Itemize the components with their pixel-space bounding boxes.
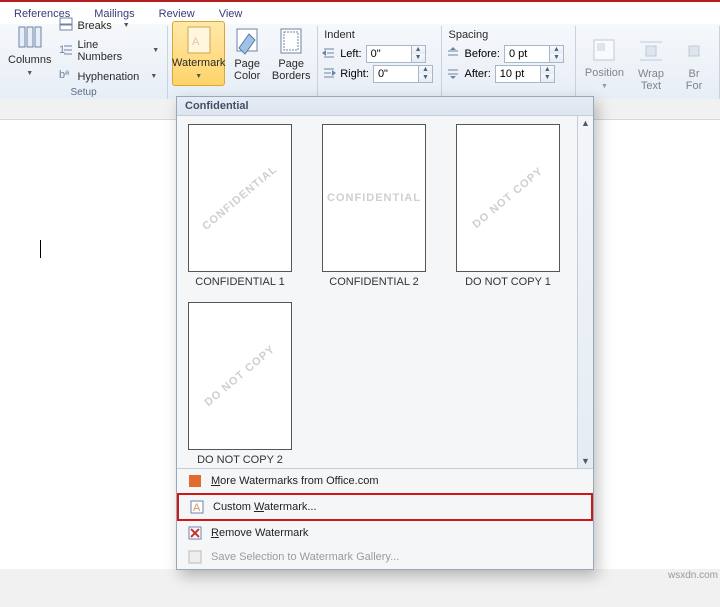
indent-left-icon: [322, 47, 336, 62]
spacing-after-label: After:: [464, 68, 490, 80]
hyphenation-button[interactable]: bª Hyphenation ▼: [57, 67, 161, 86]
remove-watermark-item[interactable]: Remove Watermark: [177, 521, 593, 545]
setup-group-label: Setup: [4, 86, 163, 98]
columns-label: Columns: [8, 54, 51, 66]
more-watermarks-item[interactable]: More Watermarks from Office.com: [177, 469, 593, 493]
save-selection-icon: [187, 549, 203, 565]
watermark-thumb-label: CONFIDENTIAL 1: [195, 276, 284, 288]
ribbon: Columns▼ Breaks ▼ 1 Line Numbers ▼ bª Hy…: [0, 24, 720, 100]
hyphenation-icon: bª: [59, 68, 73, 85]
wrap-text-button[interactable]: Wrap Text: [629, 28, 673, 98]
save-selection-label: Save Selection to Watermark Gallery...: [211, 551, 399, 563]
indent-left-input[interactable]: ▲▼: [366, 45, 426, 63]
line-numbers-label: Line Numbers: [77, 39, 141, 63]
page-borders-icon: [275, 25, 307, 57]
line-numbers-icon: 1: [59, 43, 73, 60]
spacing-before-icon: [446, 47, 460, 62]
page-color-icon: [231, 25, 263, 57]
watermark-preview-text: DO NOT COPY: [470, 165, 545, 231]
scroll-down-icon[interactable]: ▼: [581, 456, 590, 466]
custom-watermark-icon: A: [189, 499, 205, 515]
page-borders-button[interactable]: Page Borders: [269, 21, 313, 86]
watermark-gallery: Confidential CONFIDENTIALCONFIDENTIAL 1C…: [176, 96, 594, 570]
custom-watermark-item[interactable]: A Custom Watermark...: [177, 493, 593, 521]
more-watermarks-label: ore Watermarks from Office.com: [220, 475, 378, 487]
watermark-thumb[interactable]: CONFIDENTIAL CONFIDENTIAL 2: [319, 124, 429, 288]
wrap-text-label: Wrap Text: [638, 68, 664, 92]
watermark-label: Watermark: [172, 57, 225, 69]
columns-button[interactable]: Columns▼: [4, 14, 55, 86]
indent-right-icon: [322, 67, 336, 82]
save-selection-item: Save Selection to Watermark Gallery...: [177, 545, 593, 569]
breaks-button[interactable]: Breaks ▼: [57, 16, 161, 35]
spacing-before-label: Before:: [464, 48, 499, 60]
svg-text:A: A: [193, 502, 201, 514]
hyphenation-label: Hyphenation: [77, 71, 139, 83]
breaks-icon: [59, 17, 73, 34]
attribution: wsxdn.com: [668, 570, 718, 581]
indent-title: Indent: [322, 28, 437, 43]
gallery-scrollbar[interactable]: ▲ ▼: [577, 116, 593, 468]
line-numbers-button[interactable]: 1 Line Numbers ▼: [57, 38, 161, 64]
indent-left-label: Left:: [340, 48, 361, 60]
office-icon: [187, 473, 203, 489]
bring-forward-label: Br For: [686, 68, 703, 92]
spacing-after-icon: [446, 67, 460, 82]
spacing-after-input[interactable]: ▲▼: [495, 65, 555, 83]
watermark-preview-text: DO NOT COPY: [202, 343, 277, 409]
watermark-thumb-label: DO NOT COPY 2: [197, 454, 283, 466]
watermark-thumb[interactable]: DO NOT COPY DO NOT COPY 2: [185, 302, 295, 466]
page-color-button[interactable]: Page Color: [225, 21, 269, 86]
indent-right-input[interactable]: ▲▼: [373, 65, 433, 83]
watermark-preview-text: CONFIDENTIAL: [327, 192, 421, 204]
position-icon: [588, 34, 620, 66]
bring-forward-icon: [678, 35, 710, 67]
wrap-text-icon: [635, 35, 667, 67]
svg-text:A: A: [192, 36, 200, 48]
bring-forward-button[interactable]: Br For: [673, 28, 715, 98]
page-color-label: Page Color: [234, 58, 260, 82]
watermark-thumb-label: CONFIDENTIAL 2: [329, 276, 418, 288]
columns-icon: [14, 21, 46, 53]
spacing-title: Spacing: [446, 28, 570, 43]
text-cursor: [40, 240, 41, 258]
indent-right-label: Right:: [340, 68, 369, 80]
gallery-category: Confidential: [177, 97, 593, 116]
watermark-thumb-label: DO NOT COPY 1: [465, 276, 551, 288]
position-label: Position: [585, 67, 624, 79]
watermark-icon: A: [183, 24, 215, 56]
spacing-before-input[interactable]: ▲▼: [504, 45, 564, 63]
breaks-label: Breaks: [77, 20, 111, 32]
watermark-preview-text: CONFIDENTIAL: [200, 163, 280, 233]
page-borders-label: Page Borders: [272, 58, 311, 82]
scroll-up-icon[interactable]: ▲: [581, 118, 590, 128]
watermark-thumb[interactable]: CONFIDENTIAL CONFIDENTIAL 1: [185, 124, 295, 288]
position-button[interactable]: Position▼: [580, 28, 629, 98]
watermark-thumb[interactable]: DO NOT COPY DO NOT COPY 1: [453, 124, 563, 288]
remove-watermark-icon: [187, 525, 203, 541]
svg-text:bª: bª: [59, 69, 70, 81]
watermark-button[interactable]: A Watermark▼: [172, 21, 225, 86]
